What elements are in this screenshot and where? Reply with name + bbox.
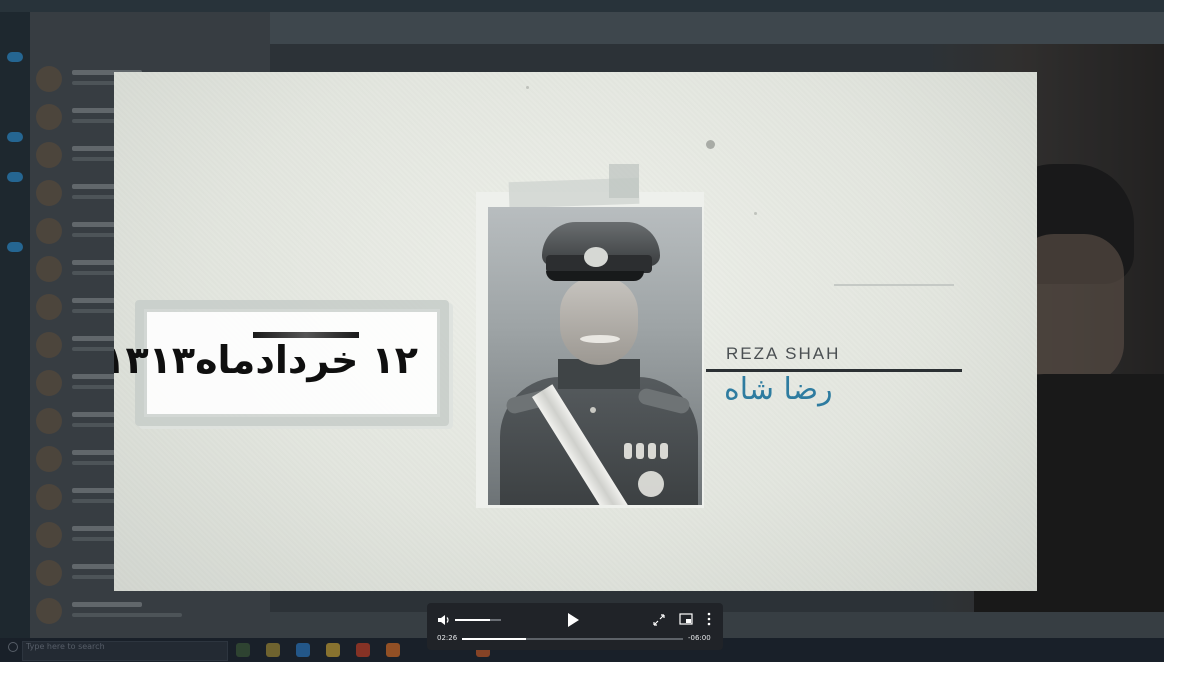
volume-icon[interactable] xyxy=(437,614,451,626)
date-caption: ۱۲ خردادماه۱۳۱۳ xyxy=(114,338,418,382)
seek-bar[interactable] xyxy=(462,638,683,640)
seek-progress xyxy=(462,638,527,640)
play-icon xyxy=(568,613,579,627)
dust-spot xyxy=(706,140,715,149)
tape-strip xyxy=(609,164,639,198)
picture-in-picture-icon[interactable] xyxy=(679,613,693,625)
fullscreen-icon[interactable] xyxy=(653,614,665,626)
portrait-photo xyxy=(488,207,702,505)
volume-slider[interactable] xyxy=(455,619,501,621)
dust-speck xyxy=(526,86,529,89)
current-time: 02:26 xyxy=(437,634,458,642)
name-persian: رضا شاه xyxy=(724,372,833,407)
volume-level xyxy=(455,619,490,621)
faint-caption-line xyxy=(834,284,954,286)
dust-speck xyxy=(754,212,757,215)
video-player-controls: 02:26 -06:00 xyxy=(427,603,723,650)
remaining-time: -06:00 xyxy=(688,634,711,642)
more-options-icon[interactable] xyxy=(707,612,711,626)
name-english: REZA SHAH xyxy=(726,344,841,363)
play-button[interactable] xyxy=(566,611,582,629)
video-frame[interactable]: ۱۲ خردادماه۱۳۱۳ REZA SHAH رضا شاه xyxy=(114,72,1037,591)
